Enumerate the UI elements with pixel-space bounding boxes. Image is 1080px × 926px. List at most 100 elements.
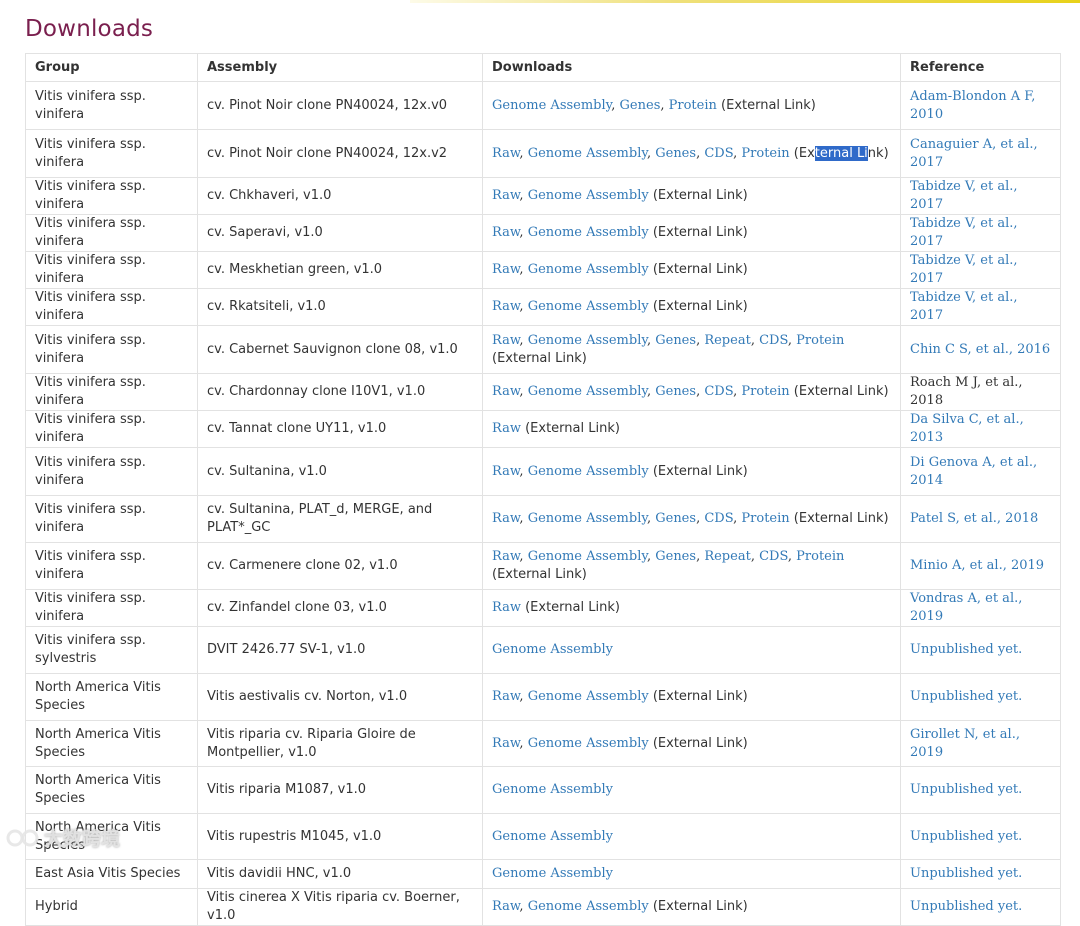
download-link-genome-assembly[interactable]: Genome Assembly <box>492 98 611 113</box>
assembly-cell: cv. Chardonnay clone I10V1, v1.0 <box>197 373 483 411</box>
download-link-genome-assembly[interactable]: Genome Assembly <box>528 736 649 751</box>
reference-link[interactable]: Girollet N, et al., 2019 <box>910 727 1020 760</box>
group-cell: Vitis vinifera ssp. vinifera <box>25 214 198 252</box>
downloads-cell: Raw, Genome Assembly, Genes, CDS, Protei… <box>482 129 901 178</box>
reference-link[interactable]: Adam-Blondon A F, 2010 <box>910 89 1035 122</box>
download-link-raw[interactable]: Raw <box>492 262 519 277</box>
download-link-protein[interactable]: Protein <box>741 384 789 399</box>
reference-link[interactable]: Tabidze V, et al., 2017 <box>910 290 1018 323</box>
reference-cell: Minio A, et al., 2019 <box>900 542 1061 590</box>
download-link-repeat[interactable]: Repeat <box>704 333 750 348</box>
reference-link[interactable]: Tabidze V, et al., 2017 <box>910 179 1018 212</box>
download-link-raw[interactable]: Raw <box>492 899 519 914</box>
download-link-cds[interactable]: CDS <box>704 146 733 161</box>
reference-link[interactable]: Patel S, et al., 2018 <box>910 511 1038 526</box>
download-link-genome-assembly[interactable]: Genome Assembly <box>528 188 649 203</box>
reference-link[interactable]: Chin C S, et al., 2016 <box>910 342 1050 357</box>
download-link-genome-assembly[interactable]: Genome Assembly <box>528 384 647 399</box>
download-link-genome-assembly[interactable]: Genome Assembly <box>528 225 649 240</box>
download-link-protein[interactable]: Protein <box>669 98 717 113</box>
group-cell: Vitis vinifera ssp. vinifera <box>25 81 198 130</box>
download-link-genome-assembly[interactable]: Genome Assembly <box>528 511 647 526</box>
download-link-genome-assembly[interactable]: Genome Assembly <box>528 262 649 277</box>
reference-link[interactable]: Tabidze V, et al., 2017 <box>910 253 1018 286</box>
download-link-raw[interactable]: Raw <box>492 188 519 203</box>
reference-link-unpublished[interactable]: Unpublished yet. <box>910 689 1022 704</box>
download-link-genome-assembly[interactable]: Genome Assembly <box>492 782 613 797</box>
download-link-raw[interactable]: Raw <box>492 736 519 751</box>
download-link-protein[interactable]: Protein <box>796 549 844 564</box>
reference-cell: Unpublished yet. <box>900 859 1061 889</box>
download-link-genes[interactable]: Genes <box>655 511 696 526</box>
reference-cell: Di Genova A, et al., 2014 <box>900 447 1061 496</box>
reference-link-unpublished[interactable]: Unpublished yet. <box>910 642 1022 657</box>
download-link-genome-assembly[interactable]: Genome Assembly <box>528 689 649 704</box>
download-link-genes[interactable]: Genes <box>620 98 661 113</box>
download-link-raw[interactable]: Raw <box>492 333 519 348</box>
download-link-genome-assembly[interactable]: Genome Assembly <box>528 464 649 479</box>
table-row: North America Vitis Species Vitis riparia… <box>25 766 1061 814</box>
group-cell: Vitis vinifera ssp. vinifera <box>25 410 198 448</box>
reference-link[interactable]: Di Genova A, et al., 2014 <box>910 455 1037 488</box>
download-link-protein[interactable]: Protein <box>796 333 844 348</box>
download-link-genome-assembly[interactable]: Genome Assembly <box>528 299 649 314</box>
reference-cell: Adam-Blondon A F, 2010 <box>900 81 1061 130</box>
download-link-protein[interactable]: Protein <box>741 146 789 161</box>
download-link-genome-assembly[interactable]: Genome Assembly <box>492 866 613 881</box>
download-link-genome-assembly[interactable]: Genome Assembly <box>492 642 613 657</box>
reference-cell: Vondras A, et al., 2019 <box>900 589 1061 627</box>
reference-link-unpublished[interactable]: Unpublished yet. <box>910 782 1022 797</box>
download-link-raw[interactable]: Raw <box>492 146 519 161</box>
reference-link[interactable]: Minio A, et al., 2019 <box>910 558 1044 573</box>
header-assembly: Assembly <box>197 53 483 82</box>
download-link-raw[interactable]: Raw <box>492 689 519 704</box>
external-link-note: (External Link) <box>525 421 620 436</box>
download-link-cds[interactable]: CDS <box>759 549 788 564</box>
reference-link[interactable]: Tabidze V, et al., 2017 <box>910 216 1018 249</box>
download-link-genome-assembly[interactable]: Genome Assembly <box>528 899 649 914</box>
group-cell: North America Vitis Species <box>25 813 198 860</box>
download-link-cds[interactable]: CDS <box>704 384 733 399</box>
download-link-genes[interactable]: Genes <box>655 146 696 161</box>
downloads-cell: Raw, Genome Assembly, Genes, Repeat, CDS… <box>482 325 901 374</box>
download-link-genome-assembly[interactable]: Genome Assembly <box>492 829 613 844</box>
group-cell: Vitis vinifera ssp. vinifera <box>25 542 198 590</box>
external-link-note: (External Link) <box>652 689 748 704</box>
download-link-raw[interactable]: Raw <box>492 299 519 314</box>
download-link-genome-assembly[interactable]: Genome Assembly <box>528 333 647 348</box>
external-link-note: (External Link) <box>793 384 889 399</box>
download-link-genome-assembly[interactable]: Genome Assembly <box>528 549 647 564</box>
external-link-note: (External Link) <box>652 262 748 277</box>
download-link-genes[interactable]: Genes <box>655 549 696 564</box>
download-link-protein[interactable]: Protein <box>741 511 789 526</box>
download-link-raw[interactable]: Raw <box>492 549 519 564</box>
download-link-cds[interactable]: CDS <box>704 511 733 526</box>
download-link-raw[interactable]: Raw <box>492 600 521 615</box>
download-link-genes[interactable]: Genes <box>655 333 696 348</box>
group-cell: North America Vitis Species <box>25 673 198 721</box>
reference-link-unpublished[interactable]: Unpublished yet. <box>910 899 1022 914</box>
reference-link[interactable]: Canaguier A, et al., 2017 <box>910 137 1038 170</box>
download-link-cds[interactable]: CDS <box>759 333 788 348</box>
download-link-raw[interactable]: Raw <box>492 384 519 399</box>
table-row: Vitis vinifera ssp. vinifera cv. Pinot No… <box>25 81 1061 130</box>
download-link-genes[interactable]: Genes <box>655 384 696 399</box>
download-link-raw[interactable]: Raw <box>492 511 519 526</box>
assembly-cell: DVIT 2426.77 SV-1, v1.0 <box>197 626 483 674</box>
table-body: Vitis vinifera ssp. vinifera cv. Pinot No… <box>25 81 1061 926</box>
download-link-genome-assembly[interactable]: Genome Assembly <box>528 146 647 161</box>
reference-link-unpublished[interactable]: Unpublished yet. <box>910 829 1022 844</box>
reference-cell: Unpublished yet. <box>900 626 1061 674</box>
reference-link[interactable]: Da Silva C, et al., 2013 <box>910 412 1024 445</box>
reference-cell: Canaguier A, et al., 2017 <box>900 129 1061 178</box>
download-link-repeat[interactable]: Repeat <box>704 549 750 564</box>
download-link-raw[interactable]: Raw <box>492 225 519 240</box>
downloads-cell: Raw, Genome Assembly (External Link) <box>482 888 901 926</box>
assembly-cell: cv. Sultanina, PLAT_d, MERGE, and PLAT*_… <box>197 495 483 543</box>
assembly-cell: cv. Zinfandel clone 03, v1.0 <box>197 589 483 627</box>
download-link-raw[interactable]: Raw <box>492 464 519 479</box>
download-link-raw[interactable]: Raw <box>492 421 521 436</box>
reference-link[interactable]: Vondras A, et al., 2019 <box>910 591 1022 624</box>
reference-link-unpublished[interactable]: Unpublished yet. <box>910 866 1022 881</box>
table-row: Vitis vinifera ssp. vinifera cv. Tannat c… <box>25 410 1061 448</box>
